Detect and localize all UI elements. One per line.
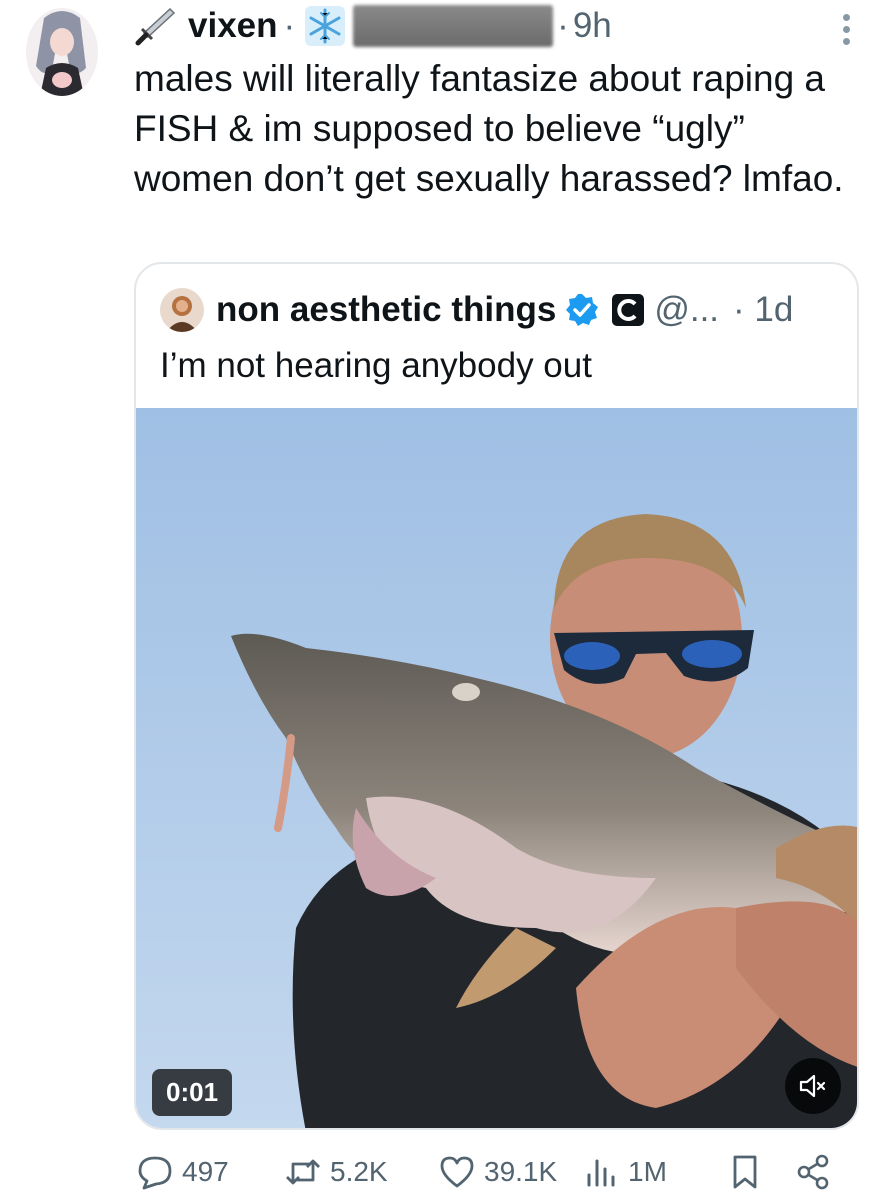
quoted-handle[interactable]: @... — [654, 290, 719, 330]
quoted-tweet-text: I’m not hearing anybody out — [160, 346, 592, 385]
verified-badge-icon — [566, 294, 599, 326]
reply-button[interactable]: 497 — [136, 1148, 229, 1196]
separator-dot: · — [283, 6, 296, 45]
quoted-time[interactable]: · 1d — [733, 290, 793, 330]
tweet-text: males will literally fantasize about rap… — [134, 58, 844, 199]
tweet-time[interactable]: 9h — [573, 6, 612, 46]
quoted-tweet-header: non aesthetic things @... · 1d — [160, 286, 793, 334]
bookmark-icon — [733, 1155, 757, 1189]
action-bar: 497 5.2K 39.1K 1M — [134, 1148, 844, 1196]
repost-count: 5.2K — [330, 1156, 388, 1187]
repost-button[interactable]: 5.2K — [284, 1148, 388, 1196]
video-timer: 0:01 — [152, 1069, 233, 1116]
dagger-emoji-icon — [135, 7, 176, 46]
like-button[interactable]: 39.1K — [438, 1148, 557, 1196]
share-icon — [797, 1154, 829, 1190]
author-name[interactable]: vixen — [188, 6, 278, 46]
mute-button[interactable] — [785, 1058, 841, 1114]
bookmark-button[interactable] — [726, 1148, 764, 1196]
video-player[interactable]: 0:01 — [136, 408, 857, 1128]
tweet-header: vixen · · 9h — [134, 4, 612, 48]
views-button[interactable]: 1M — [582, 1148, 667, 1196]
share-button[interactable] — [794, 1148, 832, 1196]
quoted-tweet[interactable]: non aesthetic things @... · 1d I’m not h… — [134, 262, 859, 1130]
more-options-icon[interactable] — [843, 14, 850, 45]
heart-icon — [440, 1156, 474, 1188]
reply-icon — [138, 1156, 172, 1190]
redacted-handle — [353, 5, 554, 47]
quoted-author-name[interactable]: non aesthetic things — [216, 290, 556, 330]
quoted-author-avatar[interactable] — [160, 288, 204, 332]
views-chart-icon — [587, 1159, 615, 1187]
video-frame — [136, 408, 857, 1128]
view-count: 1M — [628, 1156, 667, 1187]
author-avatar[interactable] — [26, 8, 98, 96]
repost-icon — [286, 1159, 320, 1185]
reply-count: 497 — [182, 1156, 229, 1187]
like-count: 39.1K — [484, 1156, 558, 1187]
separator-dot: · — [557, 6, 569, 45]
snowflake-emoji-icon — [305, 6, 346, 46]
speaker-muted-icon — [799, 1074, 826, 1098]
affiliate-badge-icon — [612, 294, 645, 326]
